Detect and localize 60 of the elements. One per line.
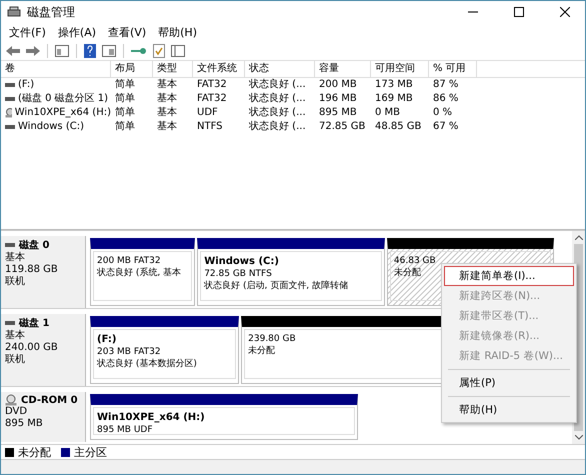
legend-label: 未分配	[18, 444, 51, 460]
disk-info: 119.88 GB	[5, 264, 59, 276]
table-cell: 基本	[157, 120, 177, 134]
disk-info: 基本	[5, 252, 26, 264]
table-cell: 简单	[115, 106, 135, 120]
table-cell: 0 %	[433, 106, 452, 120]
table-cell: FAT32	[197, 92, 227, 106]
partition-info: 203 MB FAT32	[97, 346, 161, 358]
partition-info: 未分配	[248, 345, 276, 357]
partition-title: Win10XPE_x64 (H:)	[97, 411, 205, 424]
table-cell: 简单	[115, 92, 135, 106]
disk-info: DVD	[5, 406, 28, 418]
table-cell: Win10XPE_x64 (H:)	[14, 106, 111, 120]
table-cell: 简单	[115, 78, 135, 92]
table-cell: 状态良好 (...	[249, 106, 306, 120]
disk-info: 基本	[5, 330, 26, 342]
table-cell: 基本	[157, 92, 177, 106]
table-cell: 状态良好 (...	[249, 92, 306, 106]
table-cell: 简单	[115, 120, 135, 134]
disk-info: 240.00 GB	[5, 342, 59, 354]
partition-title: (F:)	[97, 333, 116, 346]
table-cell: FAT32	[197, 78, 227, 92]
table-cell: 169 MB	[375, 92, 413, 106]
table-cell: (F:)	[18, 78, 34, 92]
partition-info: 895 MB UDF	[97, 424, 153, 436]
table-cell: 状态良好 (...	[249, 78, 306, 92]
table-cell: 895 MB	[319, 106, 357, 120]
partition-info: 状态良好 (启动, 页面文件, 故障转储	[204, 280, 348, 292]
partition-info: 72.85 GB NTFS	[204, 268, 272, 280]
table-cell: 86 %	[433, 92, 458, 106]
partition-info: 状态良好 (系统, 基本	[97, 267, 182, 279]
table-cell: 基本	[157, 106, 177, 120]
partition-info: 未分配	[394, 267, 421, 279]
disk-name: 磁盘 0	[19, 238, 50, 252]
partition-info: 200 MB FAT32	[97, 255, 161, 267]
table-cell: (磁盘 0 磁盘分区 1)	[18, 92, 108, 106]
table-cell: 87 %	[433, 78, 458, 92]
table-cell: 72.85 GB	[319, 120, 366, 134]
disk-info: 895 MB	[5, 418, 44, 430]
partition-info: 状态良好 (基本数据分区)	[97, 358, 197, 370]
table-cell: UDF	[197, 106, 218, 120]
partition-info: 46.83 GB	[394, 255, 436, 267]
table-cell: 48.85 GB	[375, 120, 422, 134]
disk-name: 磁盘 1	[19, 316, 50, 330]
table-cell: Windows (C:)	[18, 120, 84, 134]
table-cell: 196 MB	[319, 92, 357, 106]
disk-info: 联机	[5, 354, 26, 366]
window-title: 磁盘管理	[27, 4, 75, 20]
table-cell: 67 %	[433, 120, 458, 134]
table-cell: 0 MB	[375, 106, 400, 120]
legend-label: 主分区	[74, 444, 107, 460]
partition-info: 239.80 GB	[248, 333, 296, 345]
table-cell: NTFS	[197, 120, 223, 134]
disk-info: 联机	[5, 276, 26, 288]
partition-title: Windows (C:)	[204, 255, 279, 268]
disk-name: CD-ROM 0	[21, 394, 78, 406]
table-cell: 173 MB	[375, 78, 413, 92]
table-cell: 基本	[157, 78, 177, 92]
table-cell: 状态良好 (...	[249, 120, 306, 134]
table-cell: 200 MB	[319, 78, 357, 92]
